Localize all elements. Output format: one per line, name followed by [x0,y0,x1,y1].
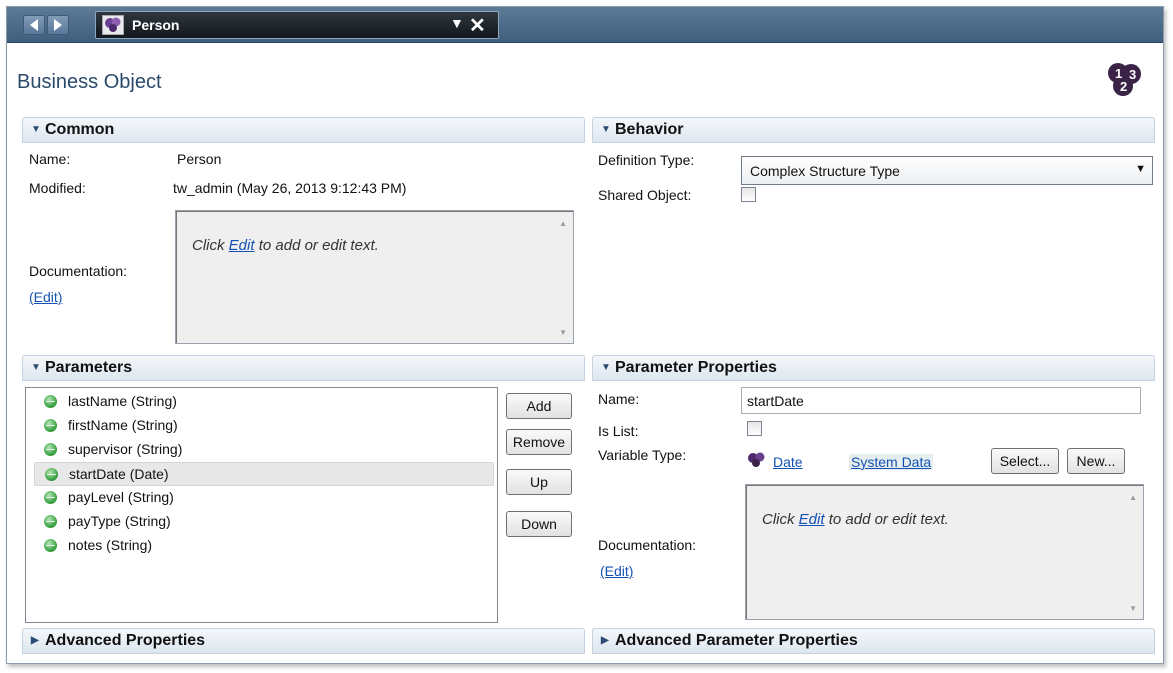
status-dot-icon [45,468,58,481]
modified-value: tw_admin (May 26, 2013 9:12:43 PM) [173,180,407,196]
behavior-section-header[interactable]: ▼ Behavior [592,117,1155,143]
param-documentation-box[interactable]: Click Edit to add or edit text. ▲ ▼ [745,484,1144,620]
chevron-down-icon: ▼ [1135,163,1146,175]
doc-edit-link[interactable]: Edit [799,511,825,528]
page-title: Business Object [17,71,162,93]
list-item[interactable]: payType (String) [34,510,494,534]
collapse-arrow-icon: ▶ [601,635,609,646]
documentation-placeholder: Click Edit to add or edit text. [192,237,379,254]
status-dot-icon [44,539,57,552]
param-documentation-edit-link[interactable]: (Edit) [600,563,633,579]
variable-type-link[interactable]: Date [773,454,803,470]
documentation-label: Documentation: [29,263,128,279]
tab-person[interactable]: Person ▼ ✕ [95,11,499,39]
name-label: Name: [29,151,71,167]
status-dot-icon [44,515,57,528]
tab-label: Person [132,17,180,33]
documentation-box[interactable]: Click Edit to add or edit text. ▲ ▼ [175,210,574,344]
business-object-icon [748,452,765,467]
definition-type-select[interactable]: Complex Structure Type ▼ [741,156,1153,185]
numbered-badge-icon: 1 3 2 [1108,63,1141,96]
parameter-properties-section-header[interactable]: ▼ Parameter Properties [592,355,1155,381]
param-name-input[interactable]: startDate [741,387,1141,414]
scroll-up-icon[interactable]: ▲ [1129,493,1137,502]
forward-button[interactable] [47,15,69,35]
list-item[interactable]: supervisor (String) [34,438,494,462]
status-dot-icon [44,443,57,456]
variable-type-label: Variable Type: [598,447,687,463]
svg-text:3: 3 [1129,67,1136,82]
list-item-selected[interactable]: startDate (Date) [34,462,494,486]
list-item[interactable]: notes (String) [34,534,494,558]
param-documentation-placeholder: Click Edit to add or edit text. [762,511,949,528]
down-button[interactable]: Down [506,511,572,537]
new-button[interactable]: New... [1067,448,1125,474]
scroll-down-icon[interactable]: ▼ [1129,604,1137,613]
business-object-icon [102,15,124,35]
scroll-down-icon[interactable]: ▼ [559,328,567,337]
remove-button[interactable]: Remove [506,429,572,455]
tab-menu-icon[interactable]: ▼ [450,15,464,31]
param-name-label: Name: [598,391,640,407]
common-section-header[interactable]: ▼ Common [22,117,585,143]
expand-arrow-icon: ▼ [31,362,41,373]
forward-arrow-icon [54,19,62,31]
parameters-section-header[interactable]: ▼ Parameters [22,355,585,381]
definition-type-label: Definition Type: [598,152,695,168]
status-dot-icon [44,419,57,432]
is-list-checkbox[interactable] [747,421,762,436]
list-item[interactable]: lastName (String) [34,390,494,414]
param-documentation-label: Documentation: [598,537,697,553]
select-button[interactable]: Select... [991,448,1059,474]
scroll-up-icon[interactable]: ▲ [559,219,567,228]
back-button[interactable] [23,15,45,35]
is-list-label: Is List: [598,423,639,439]
shared-object-label: Shared Object: [598,187,692,203]
tab-bar: Person ▼ ✕ [7,7,1163,43]
list-item[interactable]: payLevel (String) [34,486,494,510]
name-value: Person [177,151,222,167]
doc-edit-link[interactable]: Edit [229,237,255,254]
svg-text:2: 2 [1120,79,1127,94]
back-arrow-icon [30,19,38,31]
system-data-link[interactable]: System Data [849,454,934,470]
editor-frame: Person ▼ ✕ Business Object 1 3 2 ▼ Common… [6,6,1164,664]
status-dot-icon [44,491,57,504]
list-item[interactable]: firstName (String) [34,414,494,438]
collapse-arrow-icon: ▶ [31,635,39,646]
up-button[interactable]: Up [506,469,572,495]
documentation-edit-link[interactable]: (Edit) [29,289,62,305]
add-button[interactable]: Add [506,393,572,419]
expand-arrow-icon: ▼ [601,124,611,135]
parameters-list[interactable]: lastName (String) firstName (String) sup… [25,387,498,623]
advanced-parameter-properties-section-header[interactable]: ▶ Advanced Parameter Properties [592,628,1155,654]
expand-arrow-icon: ▼ [601,362,611,373]
close-icon[interactable]: ✕ [469,13,486,38]
expand-arrow-icon: ▼ [31,124,41,135]
modified-label: Modified: [29,180,86,196]
advanced-properties-section-header[interactable]: ▶ Advanced Properties [22,628,585,654]
status-dot-icon [44,395,57,408]
shared-object-checkbox[interactable] [741,187,756,202]
